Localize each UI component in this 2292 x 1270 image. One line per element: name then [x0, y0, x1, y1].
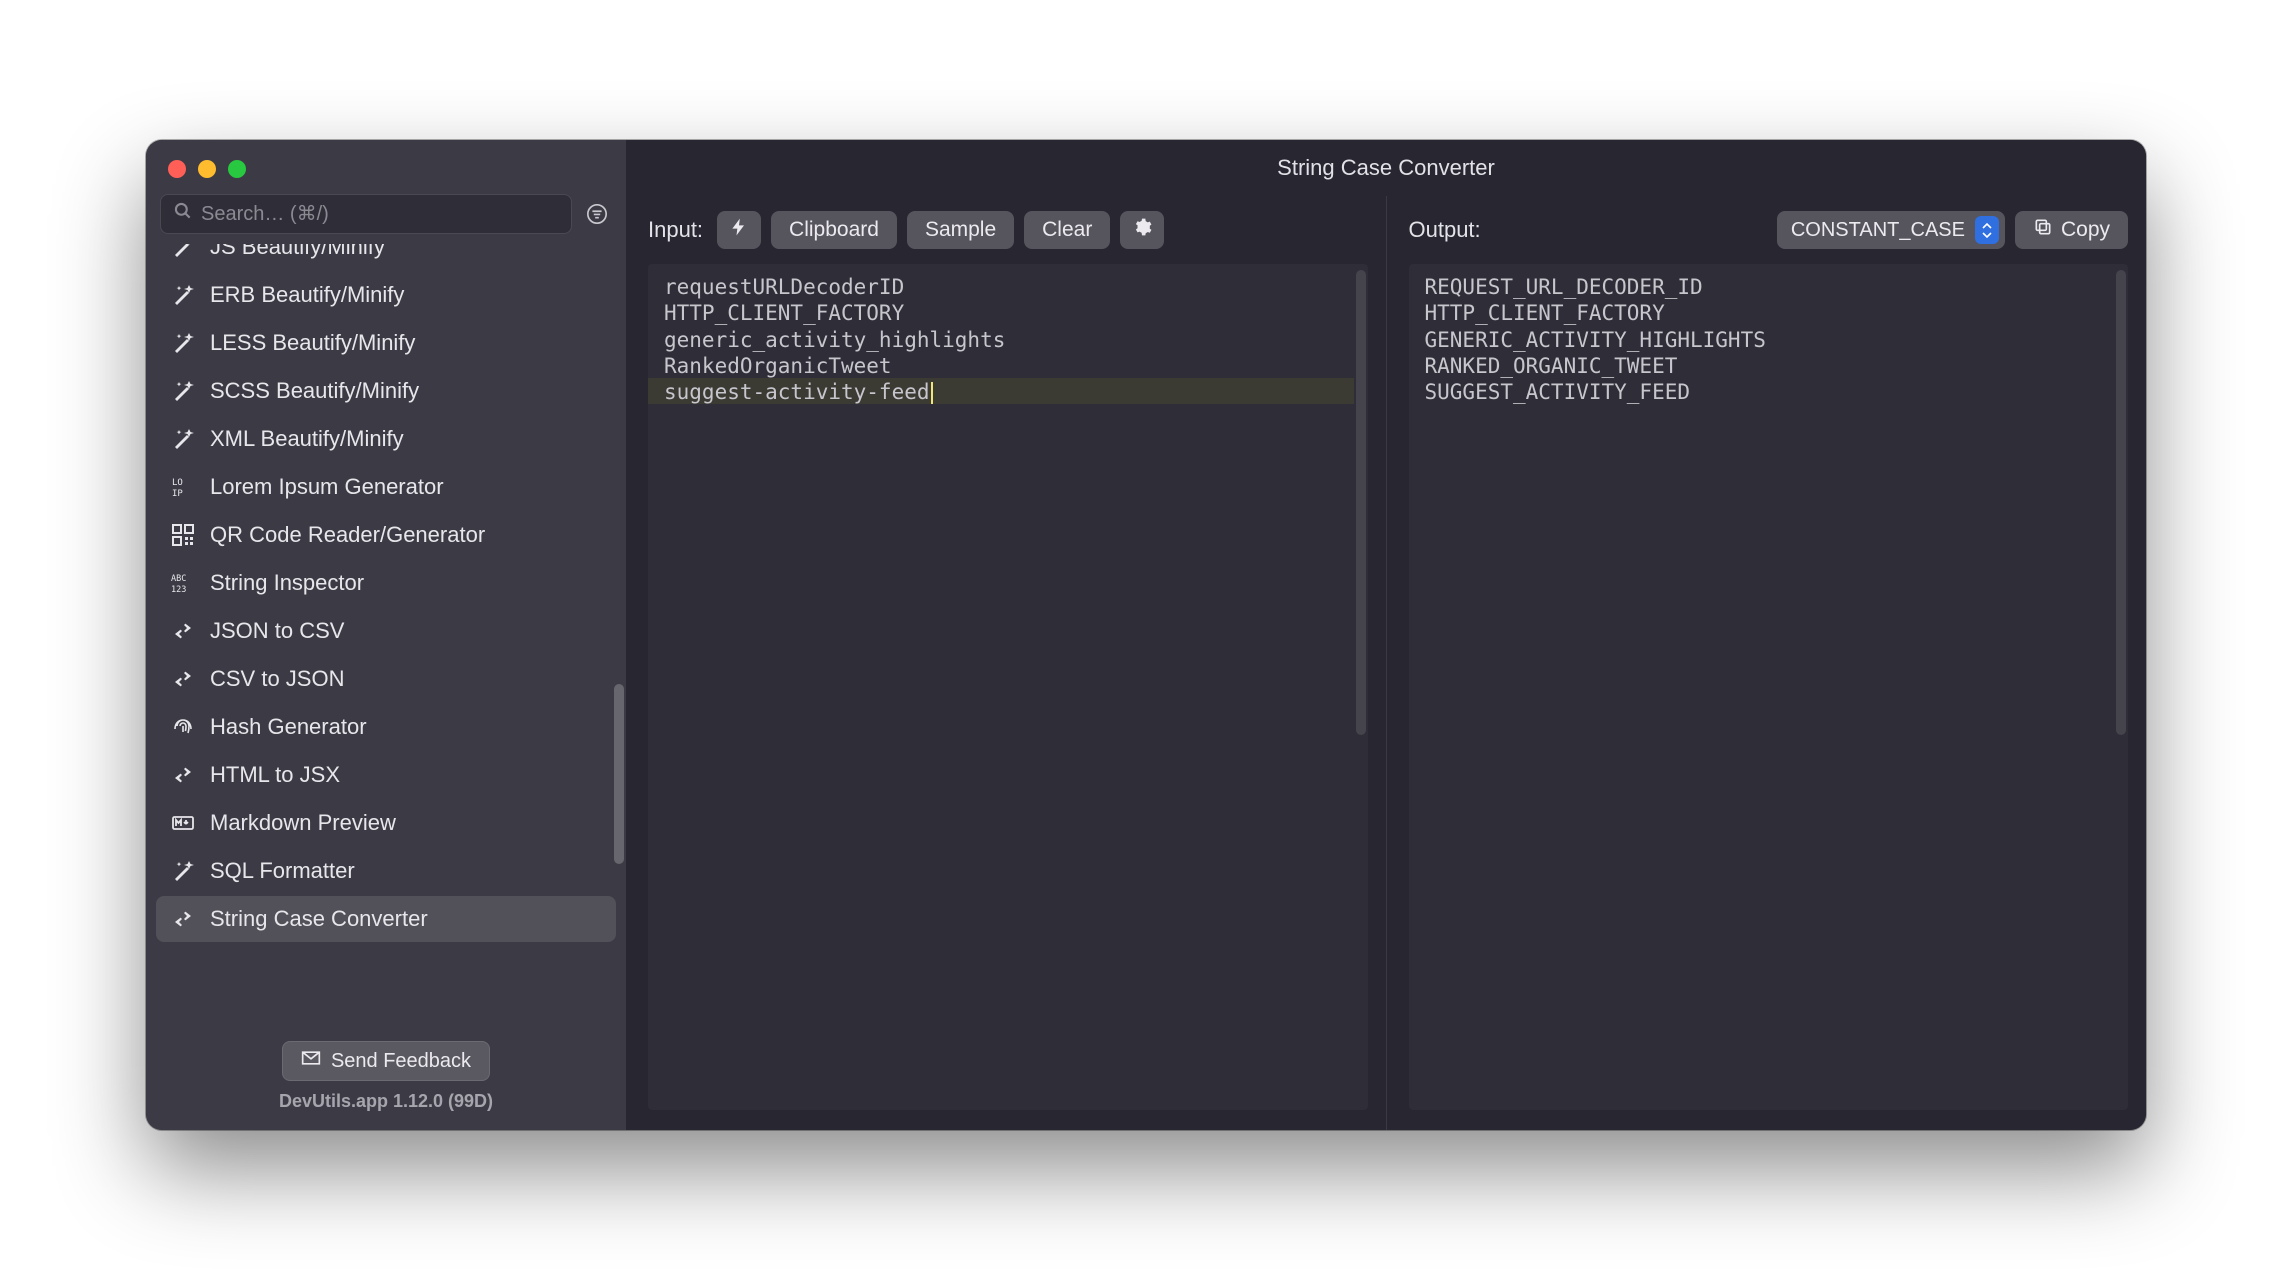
sidebar-item-label: JSON to CSV	[210, 618, 344, 644]
send-feedback-label: Send Feedback	[331, 1050, 471, 1073]
auto-detect-button[interactable]	[717, 211, 761, 249]
sidebar-item-label: HTML to JSX	[210, 762, 340, 788]
qr-icon	[170, 522, 196, 548]
sidebar-item-sql-formatter[interactable]: SQL Formatter	[156, 848, 616, 894]
text-caret	[931, 382, 933, 404]
sidebar-item-markdown-preview[interactable]: Markdown Preview	[156, 800, 616, 846]
window-title: String Case Converter	[1277, 155, 1495, 181]
sidebar: JS Beautify/Minify ERB Beautify/Minify LES…	[146, 140, 626, 1130]
lo-ip-icon: LOIP	[170, 474, 196, 500]
output-text-area[interactable]: REQUEST_URL_DECODER_ID HTTP_CLIENT_FACTO…	[1409, 264, 2129, 1110]
copy-label: Copy	[2061, 218, 2110, 242]
sidebar-footer: Send Feedback DevUtils.app 1.12.0 (99D)	[146, 1027, 626, 1130]
sidebar-item-hash-generator[interactable]: Hash Generator	[156, 704, 616, 750]
send-feedback-button[interactable]: Send Feedback	[282, 1041, 490, 1081]
main-area: String Case Converter Input: Clipboard S…	[626, 140, 2146, 1130]
svg-text:LO: LO	[172, 478, 183, 488]
search-input[interactable]	[201, 203, 559, 226]
sidebar-item-label: LESS Beautify/Minify	[210, 330, 415, 356]
mail-icon	[301, 1048, 321, 1074]
sidebar-item-label: SCSS Beautify/Minify	[210, 378, 419, 404]
settings-button[interactable]	[1120, 211, 1164, 249]
input-label: Input:	[648, 217, 703, 243]
wand-icon	[170, 244, 196, 260]
wand-icon	[170, 858, 196, 884]
sidebar-item-csv-to-json[interactable]: CSV to JSON	[156, 656, 616, 702]
svg-text:123: 123	[171, 585, 186, 595]
case-select-value: CONSTANT_CASE	[1791, 219, 1965, 242]
bolt-icon	[729, 217, 749, 243]
md-icon	[170, 810, 196, 836]
output-code-content: REQUEST_URL_DECODER_ID HTTP_CLIENT_FACTO…	[1425, 274, 2113, 405]
sample-label: Sample	[925, 218, 996, 242]
sidebar-item-less-beautify-minify[interactable]: LESS Beautify/Minify	[156, 320, 616, 366]
tool-list[interactable]: JS Beautify/Minify ERB Beautify/Minify LES…	[146, 244, 626, 1027]
input-pane: Input: Clipboard Sample Clear	[626, 196, 1387, 1130]
sidebar-item-lorem-ipsum-generator[interactable]: LOIP Lorem Ipsum Generator	[156, 464, 616, 510]
sidebar-item-label: ERB Beautify/Minify	[210, 282, 404, 308]
wand-icon	[170, 378, 196, 404]
sidebar-item-html-to-jsx[interactable]: HTML to JSX	[156, 752, 616, 798]
wand-icon	[170, 282, 196, 308]
sidebar-item-label: CSV to JSON	[210, 666, 344, 692]
output-scrollbar[interactable]	[2116, 270, 2126, 735]
search-icon	[173, 201, 193, 227]
title-bar: String Case Converter	[626, 140, 2146, 196]
case-select[interactable]: CONSTANT_CASE	[1777, 211, 2005, 249]
convert-icon	[170, 618, 196, 644]
sidebar-item-qr-code-reader-generator[interactable]: QR Code Reader/Generator	[156, 512, 616, 558]
sidebar-item-label: SQL Formatter	[210, 858, 355, 884]
close-window-button[interactable]	[168, 160, 186, 178]
svg-text:ABC: ABC	[171, 574, 186, 584]
copy-button[interactable]: Copy	[2015, 211, 2128, 249]
svg-text:IP: IP	[172, 489, 183, 499]
convert-icon	[170, 906, 196, 932]
sidebar-item-xml-beautify-minify[interactable]: XML Beautify/Minify	[156, 416, 616, 462]
input-scrollbar[interactable]	[1356, 270, 1366, 735]
input-code-content: requestURLDecoderID HTTP_CLIENT_FACTORY …	[664, 274, 1352, 405]
sidebar-item-json-to-csv[interactable]: JSON to CSV	[156, 608, 616, 654]
sidebar-item-js-beautify-minify[interactable]: JS Beautify/Minify	[156, 244, 616, 270]
wand-icon	[170, 330, 196, 356]
abc123-icon: ABC123	[170, 570, 196, 596]
fingerprint-icon	[170, 714, 196, 740]
sidebar-item-string-case-converter[interactable]: String Case Converter	[156, 896, 616, 942]
gear-icon	[1132, 217, 1152, 243]
output-toolbar: Output: CONSTANT_CASE Copy	[1409, 210, 2129, 250]
select-arrows-icon	[1975, 216, 1999, 244]
sample-button[interactable]: Sample	[907, 211, 1014, 249]
output-label: Output:	[1409, 217, 1481, 243]
copy-icon	[2033, 217, 2053, 243]
sidebar-item-label: QR Code Reader/Generator	[210, 522, 485, 548]
search-field-container[interactable]	[160, 194, 572, 234]
clipboard-label: Clipboard	[789, 218, 879, 242]
minimize-window-button[interactable]	[198, 160, 216, 178]
sidebar-item-label: Hash Generator	[210, 714, 367, 740]
sidebar-item-erb-beautify-minify[interactable]: ERB Beautify/Minify	[156, 272, 616, 318]
version-label: DevUtils.app 1.12.0 (99D)	[279, 1091, 493, 1112]
sidebar-scrollbar[interactable]	[614, 684, 624, 864]
content-split: Input: Clipboard Sample Clear	[626, 196, 2146, 1130]
sidebar-item-scss-beautify-minify[interactable]: SCSS Beautify/Minify	[156, 368, 616, 414]
window-controls	[146, 140, 626, 188]
clipboard-button[interactable]: Clipboard	[771, 211, 897, 249]
clear-label: Clear	[1042, 218, 1092, 242]
wand-icon	[170, 426, 196, 452]
convert-icon	[170, 762, 196, 788]
sidebar-item-label: String Case Converter	[210, 906, 428, 932]
sidebar-item-label: String Inspector	[210, 570, 364, 596]
output-pane: Output: CONSTANT_CASE Copy	[1387, 196, 2147, 1130]
sidebar-item-label: XML Beautify/Minify	[210, 426, 404, 452]
clear-button[interactable]: Clear	[1024, 211, 1110, 249]
maximize-window-button[interactable]	[228, 160, 246, 178]
convert-icon	[170, 666, 196, 692]
sidebar-item-string-inspector[interactable]: ABC123 String Inspector	[156, 560, 616, 606]
app-window: JS Beautify/Minify ERB Beautify/Minify LES…	[146, 140, 2146, 1130]
sidebar-item-label: Lorem Ipsum Generator	[210, 474, 444, 500]
input-toolbar: Input: Clipboard Sample Clear	[648, 210, 1368, 250]
sidebar-item-label: Markdown Preview	[210, 810, 396, 836]
sidebar-item-label: JS Beautify/Minify	[210, 244, 385, 260]
sidebar-filter-button[interactable]	[582, 199, 612, 229]
input-text-area[interactable]: requestURLDecoderID HTTP_CLIENT_FACTORY …	[648, 264, 1368, 1110]
